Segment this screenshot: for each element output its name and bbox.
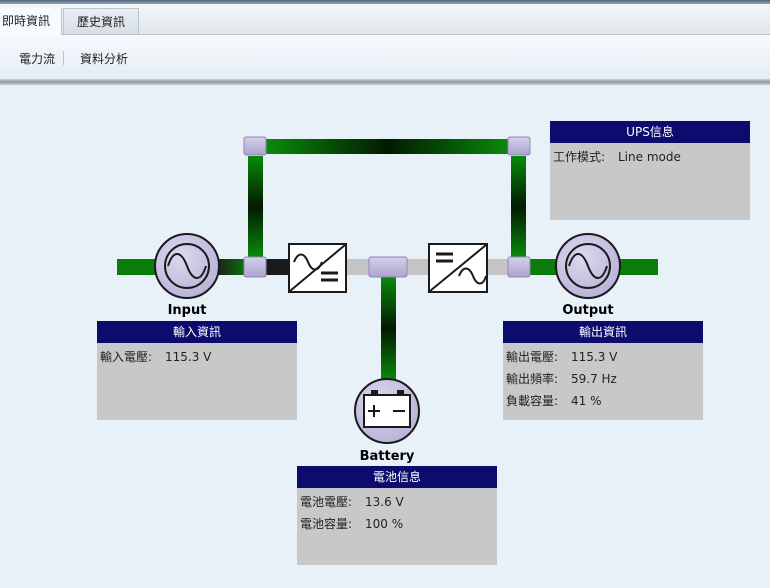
inverter-icon bbox=[428, 243, 488, 293]
connector-dc-bus bbox=[368, 256, 408, 278]
output-frequency-row: 輸出頻率: 59.7 Hz bbox=[506, 370, 617, 387]
inverter-out-line bbox=[487, 259, 509, 275]
battery-voltage-row: 電池電壓: 13.6 V bbox=[300, 493, 404, 510]
output-voltage-row: 輸出電壓: 115.3 V bbox=[506, 348, 617, 365]
battery-capacity-value: 100 % bbox=[365, 517, 404, 531]
output-ac-icon bbox=[555, 233, 621, 299]
battery-voltage-label: 電池電壓: bbox=[300, 495, 353, 509]
bypass-line-left bbox=[248, 156, 263, 257]
dc-bus-line-right bbox=[406, 259, 429, 275]
connector-top-right bbox=[507, 136, 531, 156]
battery-capacity-label: 電池容量: bbox=[300, 517, 353, 531]
rectifier-icon bbox=[288, 243, 347, 293]
output-frequency-value: 59.7 Hz bbox=[571, 372, 617, 386]
battery-voltage-value: 13.6 V bbox=[365, 495, 404, 509]
ups-work-mode-row: 工作模式: Line mode bbox=[553, 148, 681, 165]
output-line-left bbox=[529, 259, 557, 275]
bypass-line-right bbox=[511, 156, 526, 257]
connector-output bbox=[507, 256, 531, 278]
battery-capacity-row: 電池容量: 100 % bbox=[300, 515, 403, 532]
battery-icon bbox=[354, 378, 420, 444]
output-load-label: 負載容量: bbox=[506, 394, 559, 408]
battery-info-panel: 電池信息 電池電壓: 13.6 V 電池容量: 100 % bbox=[297, 466, 497, 565]
ups-info-title: UPS信息 bbox=[550, 121, 750, 143]
ups-work-mode-value: Line mode bbox=[618, 150, 681, 164]
ups-info-panel: UPS信息 工作模式: Line mode bbox=[550, 121, 750, 220]
output-voltage-value: 115.3 V bbox=[571, 350, 618, 364]
connector-top-left bbox=[243, 136, 267, 156]
output-voltage-label: 輸出電壓: bbox=[506, 350, 559, 364]
output-load-row: 負載容量: 41 % bbox=[506, 392, 602, 409]
input-ac-source-icon bbox=[154, 233, 220, 299]
input-line-right bbox=[216, 259, 248, 275]
input-voltage-label: 輸入電壓: bbox=[100, 350, 153, 364]
battery-line bbox=[381, 277, 396, 380]
input-info-title: 輸入資訊 bbox=[97, 321, 297, 343]
output-frequency-label: 輸出頻率: bbox=[506, 372, 559, 386]
output-line-right bbox=[618, 259, 658, 275]
output-load-value: 41 % bbox=[571, 394, 602, 408]
input-voltage-value: 115.3 V bbox=[165, 350, 212, 364]
rectifier-feed-line bbox=[266, 259, 288, 275]
input-label: Input bbox=[168, 303, 207, 318]
dc-bus-line-left bbox=[346, 259, 370, 275]
input-line-left bbox=[117, 259, 157, 275]
input-voltage-row: 輸入電壓: 115.3 V bbox=[100, 348, 211, 365]
battery-info-title: 電池信息 bbox=[297, 466, 497, 488]
output-label: Output bbox=[562, 303, 613, 318]
output-info-panel: 輸出資訊 輸出電壓: 115.3 V 輸出頻率: 59.7 Hz 負載容量: 41 % bbox=[503, 321, 703, 420]
connector-input bbox=[243, 256, 267, 278]
battery-label: Battery bbox=[360, 449, 415, 464]
ups-work-mode-label: 工作模式: bbox=[553, 150, 606, 164]
output-info-title: 輸出資訊 bbox=[503, 321, 703, 343]
input-info-panel: 輸入資訊 輸入電壓: 115.3 V bbox=[97, 321, 297, 420]
bypass-line-top bbox=[266, 139, 510, 154]
